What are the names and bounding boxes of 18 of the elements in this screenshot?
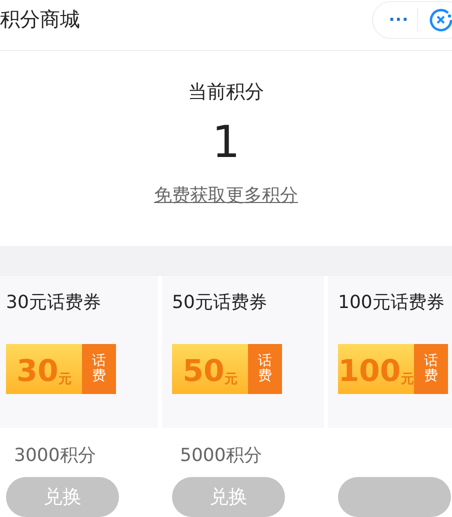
page-title: 积分商城 (0, 6, 80, 32)
coupon-unit: 元 (400, 371, 414, 388)
coupon-unit: 元 (58, 371, 72, 388)
points-price: 5000积分 (179, 444, 263, 468)
coupon-amount: 50 (182, 356, 224, 388)
close-icon[interactable] (428, 7, 452, 33)
coupon-title: 100元话费券 (338, 292, 444, 313)
coupon-title: 50元话费券 (172, 292, 267, 313)
coupon-amount: 30 (16, 356, 58, 388)
more-button[interactable]: ··· (389, 8, 418, 32)
points-price: 3000积分 (13, 444, 97, 468)
points-value: 1 (212, 117, 240, 169)
coupon-amount: 100 (338, 356, 401, 388)
more-points-link[interactable]: 免费获取更多积分 (154, 183, 298, 207)
coupon-unit: 元 (224, 371, 238, 388)
exchange-button[interactable] (338, 477, 451, 517)
points-label: 当前积分 (188, 80, 264, 105)
coupon-title: 30元话费券 (6, 292, 101, 313)
